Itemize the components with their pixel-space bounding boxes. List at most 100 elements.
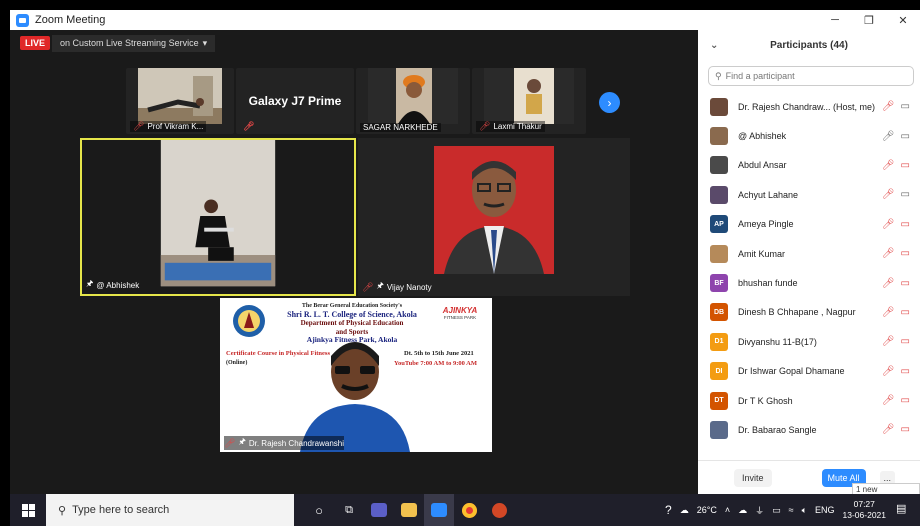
start-button[interactable] <box>10 494 46 526</box>
participant-status: 🎤︎ ▭ <box>882 278 910 289</box>
chevron-up-icon[interactable]: ˄ <box>725 505 730 515</box>
zoom-app[interactable] <box>424 494 454 526</box>
video-tile-presenter[interactable]: The Berar General Education Society's Sh… <box>220 298 492 452</box>
mic-muted-icon: 🎤︎ <box>881 189 895 201</box>
participant-status: 🎤︎ ▭ <box>882 366 910 377</box>
participant-name-tag: 🎤︎ 🖈︎ Dr. Rajesh Chandrawanshi <box>224 436 345 450</box>
strip-video-4[interactable]: 🎤︎ Laxmi Thakur <box>472 68 586 134</box>
participant-row[interactable]: Dr. Babarao Sangle 🎤︎ ▭ <box>698 415 920 444</box>
mic-muted-icon: 🎤︎ <box>243 121 255 131</box>
mic-icon: 🎤︎ <box>881 130 895 142</box>
invite-button[interactable]: Invite <box>734 468 772 487</box>
participant-name: bhushan funde <box>738 278 798 289</box>
participant-video <box>138 68 222 124</box>
participant-name: Amit Kumar <box>738 248 786 259</box>
clock-date: 13-06-2021 <box>842 510 886 520</box>
avatar <box>710 127 728 146</box>
clock[interactable]: 07:27 13-06-2021 <box>843 499 886 521</box>
camera-off-icon: ▭ <box>900 306 910 318</box>
participant-status: 🎤︎ ▭ <box>882 424 910 435</box>
restore-button[interactable]: ❐ <box>852 10 886 30</box>
camera-off-icon: ▭ <box>900 277 910 289</box>
mic-muted-icon: 🎤︎ <box>133 121 145 131</box>
participant-status: 🎤︎ ▭ <box>882 189 910 200</box>
participant-video <box>484 68 574 124</box>
chevron-down-icon: ▾ <box>202 37 208 48</box>
participant-status: 🎤︎ ▭ <box>882 101 910 112</box>
participant-row[interactable]: D1 Divyanshu 11-B(17) 🎤︎ ▭ <box>698 327 920 356</box>
volume-icon[interactable]: 🔈︎ <box>802 505 807 516</box>
participant-name: Prof Vikram K... <box>147 122 204 131</box>
participant-row[interactable]: Abdul Ansar 🎤︎ ▭ <box>698 151 920 180</box>
video-tile-2[interactable]: 🎤︎ 🖈︎ Vijay Nanoty <box>358 138 630 296</box>
participant-status: 🎤︎ ▭ <box>882 336 910 347</box>
participant-name-tag: 🎤︎ Prof Vikram K... <box>130 121 207 132</box>
windows-logo-icon <box>21 503 35 517</box>
zoom-icon <box>431 503 447 517</box>
usb-icon: ⏚ <box>755 505 765 516</box>
cortana-button[interactable]: ○ <box>304 494 334 526</box>
weather-temp[interactable]: 26°C <box>697 505 717 515</box>
camera-off-icon: ▭ <box>900 395 910 407</box>
video-tile-active[interactable]: 🖈︎ @ Abhishek <box>80 138 356 296</box>
participant-name: @ Abhishek <box>96 280 140 290</box>
camera-icon: ▭ <box>900 189 910 201</box>
participant-row[interactable]: DT Dr T K Ghosh 🎤︎ ▭ <box>698 386 920 415</box>
close-button[interactable]: ✕ <box>886 10 920 30</box>
task-view-icon: ⧉ <box>345 503 353 516</box>
strip-video-2[interactable]: Galaxy J7 Prime 🎤︎ <box>236 68 354 134</box>
participant-row[interactable]: BF bhushan funde 🎤︎ ▭ <box>698 268 920 297</box>
screen: Zoom Meeting ─ ❐ ✕ LIVE on Custom Live S… <box>0 0 920 526</box>
task-view-button[interactable]: ⧉ <box>334 494 364 526</box>
participant-row[interactable]: DI Dr Ishwar Gopal Dhamane 🎤︎ ▭ <box>698 357 920 386</box>
pin-icon: 🖈︎ <box>376 281 384 290</box>
minimize-button[interactable]: ─ <box>818 10 852 30</box>
taskbar-search-input[interactable]: ⚲ Type here to search <box>46 494 294 526</box>
avatar: DI <box>710 362 728 381</box>
strip-video-1[interactable]: 🎤︎ Prof Vikram K... <box>126 68 234 134</box>
participant-row[interactable]: Achyut Lahane 🎤︎ ▭ <box>698 180 920 209</box>
live-stream-menu[interactable]: on Custom Live Streaming Service ▾ <box>52 34 216 52</box>
mic-muted-icon: 🎤︎ <box>881 336 895 348</box>
avatar <box>710 420 728 439</box>
help-icon[interactable]: ? <box>665 503 672 517</box>
collapse-chevron-icon[interactable]: ⌄ <box>710 40 718 51</box>
camera-off-icon: ▭ <box>900 336 910 348</box>
participant-row[interactable]: Dr. Rajesh Chandraw... (Host, me) 🎤︎ ▭ <box>698 92 920 121</box>
next-page-button[interactable]: › <box>599 92 620 113</box>
action-center-icon[interactable]: ▤ <box>896 502 912 518</box>
file-explorer-app[interactable] <box>394 494 424 526</box>
participant-status: 🎤︎ ▭ <box>882 131 910 142</box>
avatar <box>710 97 728 116</box>
participant-video <box>368 68 458 124</box>
participant-row[interactable]: AP Ameya Pingle 🎤︎ ▭ <box>698 210 920 239</box>
participant-status: 🎤︎ ▭ <box>882 248 910 259</box>
participant-row[interactable]: @ Abhishek 🎤︎ ▭ <box>698 121 920 150</box>
pin-icon: 🖈︎ <box>238 437 246 446</box>
panel-header: ⌄ Participants (44) <box>698 30 920 60</box>
participant-search-input[interactable]: ⚲ Find a participant <box>708 66 914 86</box>
participant-row[interactable]: DB Dinesh B Chhapane , Nagpur 🎤︎ ▭ <box>698 298 920 327</box>
participant-video <box>82 140 354 294</box>
wifi-icon: ≈ <box>788 505 794 515</box>
circle-icon: ○ <box>315 502 323 518</box>
chrome-app[interactable] <box>454 494 484 526</box>
powerpoint-app[interactable] <box>484 494 514 526</box>
participant-name-large: Galaxy J7 Prime <box>248 94 342 108</box>
participant-name: Dr. Babarao Sangle <box>738 424 817 435</box>
chrome-icon <box>461 502 477 518</box>
avatar: DT <box>710 391 728 410</box>
live-badge[interactable]: LIVE <box>20 36 51 50</box>
teams-app[interactable] <box>364 494 394 526</box>
participant-row[interactable]: Amit Kumar 🎤︎ ▭ <box>698 239 920 268</box>
avatar: BF <box>710 274 728 293</box>
mic-muted-icon: 🎤︎ <box>224 437 236 448</box>
camera-icon: ▭ <box>900 130 910 142</box>
search-icon: ⚲ <box>58 504 67 517</box>
ajinkya-logo: AJINKYA FITNESS PARK <box>432 306 488 320</box>
language-indicator[interactable]: ENG <box>815 505 835 515</box>
dates-text: Dt. 5th to 15th June 2021 <box>404 350 474 357</box>
camera-off-icon: ▭ <box>900 218 910 230</box>
participant-name: Laxmi Thakur <box>493 122 542 131</box>
strip-video-3[interactable]: SAGAR NARKHEDE <box>356 68 470 134</box>
